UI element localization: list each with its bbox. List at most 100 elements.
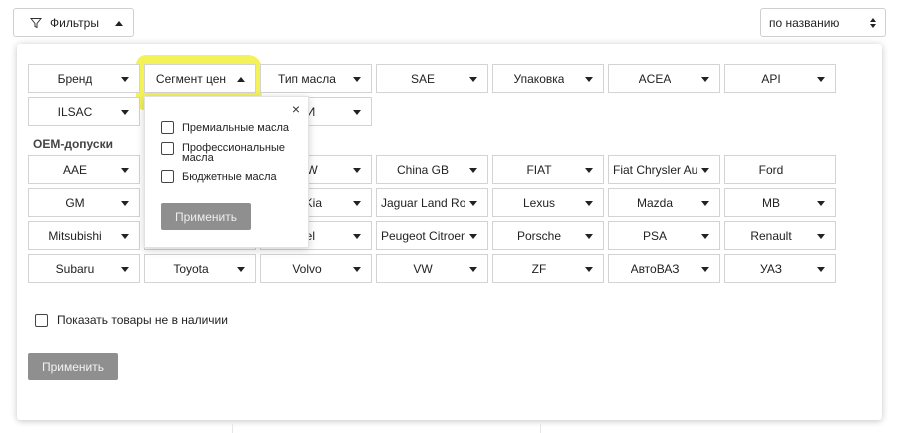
show-out-of-stock-toggle[interactable]: Показать товары не в наличии xyxy=(35,313,228,327)
filter-label: GM xyxy=(65,195,85,210)
chevron-down-icon xyxy=(121,267,129,272)
filter-oem-gm[interactable]: GM xyxy=(28,188,140,217)
filter-label: Mazda xyxy=(636,195,674,210)
filter-oem-toyota[interactable]: Toyota xyxy=(144,254,256,283)
filter-oem-renault[interactable]: Renault xyxy=(724,221,836,250)
chevron-down-icon xyxy=(353,77,361,82)
filter-brand[interactable]: Бренд xyxy=(28,64,140,93)
filter-oem-volvo[interactable]: Volvo xyxy=(260,254,372,283)
filter-label: Renault xyxy=(750,228,792,243)
filter-oem-psa[interactable]: PSA xyxy=(608,221,720,250)
chevron-down-icon xyxy=(469,234,477,239)
filter-label: AAE xyxy=(62,162,87,177)
filter-oem-lexus[interactable]: Lexus xyxy=(492,188,604,217)
chevron-down-icon xyxy=(469,77,477,82)
oem-section-title: OEM-допуски xyxy=(33,137,113,151)
checkbox[interactable] xyxy=(35,313,48,327)
filter-oil-type[interactable]: Тип масла xyxy=(260,64,372,93)
filter-api[interactable]: API xyxy=(724,64,836,93)
chevron-down-icon xyxy=(701,201,709,206)
filter-label: Ford xyxy=(758,162,784,177)
filter-oem-mb[interactable]: MB xyxy=(724,188,836,217)
filter-label: Lexus xyxy=(522,195,556,210)
filter-oem-fiat-chrysler[interactable]: Fiat Chrysler Aut xyxy=(608,155,720,184)
filter-label: Упаковка xyxy=(513,71,565,86)
sort-select[interactable]: по названию xyxy=(760,8,886,37)
checkbox[interactable] xyxy=(161,170,174,183)
filter-label: Volvo xyxy=(292,261,322,276)
chevron-down-icon xyxy=(353,168,361,173)
filter-oem-china-gb[interactable]: China GB xyxy=(376,155,488,184)
chevron-down-icon xyxy=(121,234,129,239)
filter-packaging[interactable]: Упаковка xyxy=(492,64,604,93)
checkbox[interactable] xyxy=(161,142,174,155)
chevron-down-icon xyxy=(469,201,477,206)
filter-label: Subaru xyxy=(55,261,95,276)
filter-label: АвтоВАЗ xyxy=(630,261,680,276)
filter-label: УАЗ xyxy=(760,261,782,276)
chevron-down-icon xyxy=(121,77,129,82)
filter-label: China GB xyxy=(396,162,450,177)
chevron-down-icon xyxy=(353,110,361,115)
divider xyxy=(540,424,541,433)
up-down-arrows-icon xyxy=(870,18,876,28)
filter-label: Mitsubishi xyxy=(48,228,102,243)
chevron-down-icon xyxy=(817,77,825,82)
filter-acea[interactable]: ACEA xyxy=(608,64,720,93)
filter-oem-porsche[interactable]: Porsche xyxy=(492,221,604,250)
chevron-down-icon xyxy=(469,267,477,272)
filter-oem-jaguar-land-rover[interactable]: Jaguar Land Rov xyxy=(376,188,488,217)
filter-label: Porsche xyxy=(516,228,562,243)
sort-value: по названию xyxy=(769,15,840,30)
filter-label: Тип масла xyxy=(278,71,336,86)
show-out-of-stock-label: Показать товары не в наличии xyxy=(57,313,228,327)
filter-oem-peugeot-citroen[interactable]: Peugeot Citroen xyxy=(376,221,488,250)
filter-ilsac[interactable]: ILSAC xyxy=(28,97,140,126)
filter-oem-mazda[interactable]: Mazda xyxy=(608,188,720,217)
filter-oem-aae[interactable]: AAE xyxy=(28,155,140,184)
filter-oem-zf[interactable]: ZF xyxy=(492,254,604,283)
filter-oem-vw[interactable]: VW xyxy=(376,254,488,283)
chevron-down-icon xyxy=(585,267,593,272)
option-label: Бюджетные масла xyxy=(182,171,277,183)
checkbox[interactable] xyxy=(161,121,174,134)
chevron-down-icon xyxy=(121,110,129,115)
chevron-down-icon xyxy=(237,267,245,272)
filter-label: Fiat Chrysler Aut xyxy=(613,162,697,177)
filter-oem-subaru[interactable]: Subaru xyxy=(28,254,140,283)
dropdown-apply-button[interactable]: Применить xyxy=(161,203,251,230)
chevron-down-icon xyxy=(817,267,825,272)
apply-button[interactable]: Применить xyxy=(28,353,118,380)
close-icon[interactable]: × xyxy=(292,102,300,116)
chevron-down-icon xyxy=(469,168,477,173)
filter-label: ACEA xyxy=(638,71,672,86)
filter-oem-uaz[interactable]: УАЗ xyxy=(724,254,836,283)
filter-label: Jaguar Land Rov xyxy=(381,195,465,210)
chevron-down-icon xyxy=(121,201,129,206)
filter-oem-mitsubishi[interactable]: Mitsubishi xyxy=(28,221,140,250)
filter-label: MB xyxy=(762,195,780,210)
filter-sae[interactable]: SAE xyxy=(376,64,488,93)
option-professional[interactable]: Профессиональные масла xyxy=(161,142,292,164)
chevron-down-icon xyxy=(353,267,361,272)
funnel-icon xyxy=(30,17,42,28)
filters-label: Фильтры xyxy=(50,15,99,30)
chevron-down-icon xyxy=(701,234,709,239)
chevron-down-icon xyxy=(585,234,593,239)
filter-oem-ford[interactable]: Ford xyxy=(724,155,836,184)
caret-up-icon xyxy=(115,21,123,26)
filter-oem-fiat[interactable]: FIAT xyxy=(492,155,604,184)
filter-label: PSA xyxy=(642,228,667,243)
option-premium[interactable]: Премиальные масла xyxy=(161,121,289,134)
chevron-down-icon xyxy=(701,168,709,173)
option-budget[interactable]: Бюджетные масла xyxy=(161,170,277,183)
chevron-down-icon xyxy=(353,201,361,206)
filter-label: API xyxy=(761,71,781,86)
chevron-down-icon xyxy=(701,77,709,82)
filter-label: Сегмент цен xyxy=(155,71,227,86)
filters-toggle-button[interactable]: Фильтры xyxy=(13,8,134,37)
filter-price-segment[interactable]: Сегмент цен xyxy=(144,64,256,93)
filter-oem-avtovaz[interactable]: АвтоВАЗ xyxy=(608,254,720,283)
chevron-down-icon xyxy=(701,267,709,272)
option-label: Профессиональные масла xyxy=(182,142,286,164)
